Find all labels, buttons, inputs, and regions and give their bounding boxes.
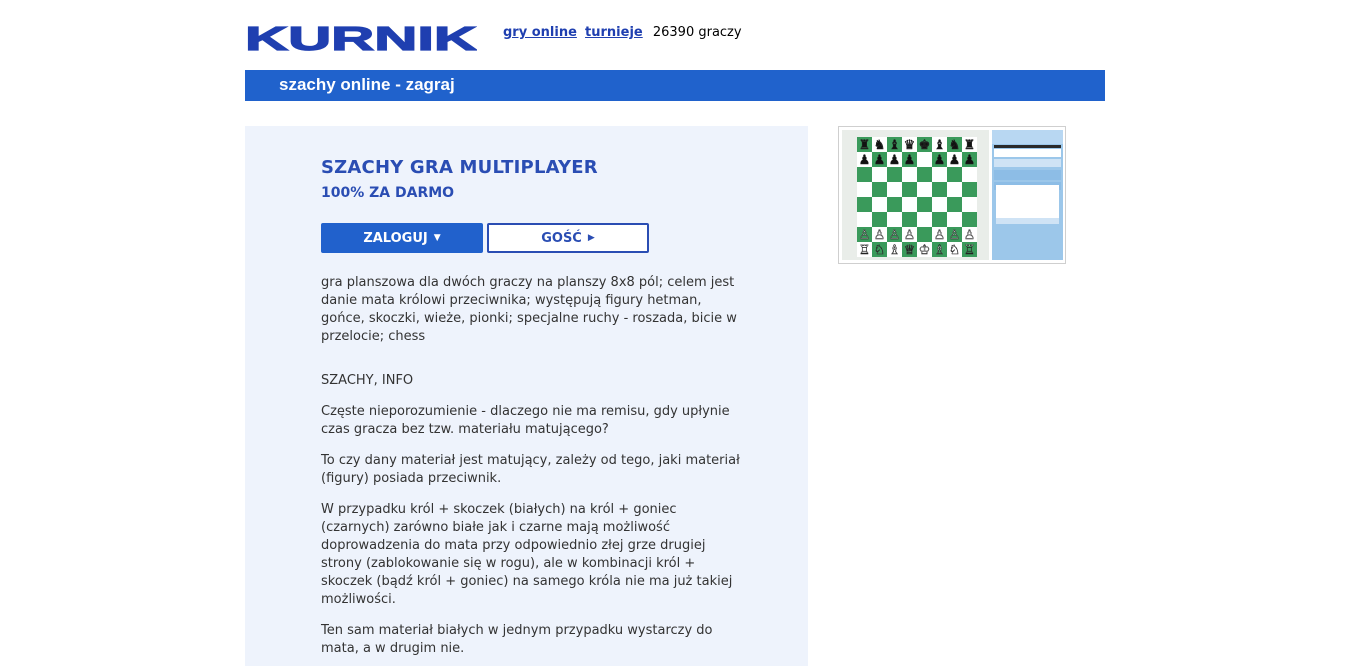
svg-text:♜: ♜: [964, 138, 976, 153]
svg-text:♞: ♞: [874, 138, 886, 153]
game-screenshot-thumbnail[interactable]: ♜ ♞ ♝ ♛ ♚ ♝ ♞ ♜ ♟ ♟ ♟ ♟ ♟ ♟ ♟ ♙ ♙ ♙ ♙ ♙ ♙ ♙ ♖ ♘ ♗ ♕ ♔ ♗ ♘ ♖: [838, 126, 1066, 264]
login-label: ZALOGUJ: [363, 230, 428, 246]
info-paragraph: Częste nieporozumienie - dlaczego nie ma…: [321, 404, 730, 437]
svg-text:♘: ♘: [949, 243, 961, 258]
kurnik-logo[interactable]: KURNIK: [245, 25, 477, 51]
nav-link-tournaments[interactable]: turnieje: [585, 25, 643, 40]
svg-text:♟: ♟: [874, 153, 886, 168]
guest-label: GOŚĆ: [541, 230, 582, 246]
section-title: szachy online - zagraj: [279, 75, 455, 94]
top-nav: gry online turnieje 26390 graczy: [503, 25, 742, 40]
svg-text:♝: ♝: [934, 138, 946, 153]
main-panel: SZACHY GRA MULTIPLAYER 100% ZA DARMO ZAL…: [245, 126, 808, 666]
svg-text:♙: ♙: [904, 228, 916, 243]
info-heading: SZACHY, INFO: [321, 373, 414, 388]
guest-button[interactable]: GOŚĆ ▶: [487, 223, 649, 253]
svg-text:♟: ♟: [949, 153, 961, 168]
section-header-band: szachy online - zagraj: [245, 70, 1105, 101]
play-arrow-icon: ▶: [587, 233, 595, 243]
svg-text:♞: ♞: [949, 138, 961, 153]
svg-text:♙: ♙: [964, 228, 976, 243]
logo-text: KURNIK: [245, 25, 477, 51]
svg-text:♗: ♗: [934, 243, 946, 258]
chess-game-screenshot-icon: ♜ ♞ ♝ ♛ ♚ ♝ ♞ ♜♟ ♟ ♟ ♟ ♟ ♟ ♟♙ ♙ ♙ ♙ ♙ ♙ ♙♖ ♘ ♗ ♕ ♔ ♗ ♘ ♖: [857, 137, 977, 258]
svg-text:♙: ♙: [949, 228, 961, 243]
svg-text:♟: ♟: [904, 153, 916, 168]
svg-text:♝: ♝: [889, 138, 901, 153]
info-paragraph: To czy dany materiał jest matujący, zale…: [321, 453, 740, 486]
svg-text:♙: ♙: [874, 228, 886, 243]
svg-text:♙: ♙: [859, 228, 871, 243]
login-button[interactable]: ZALOGUJ ▼: [321, 223, 483, 253]
nav-link-games[interactable]: gry online: [503, 25, 577, 40]
svg-text:♟: ♟: [964, 153, 976, 168]
game-subtitle: 100% ZA DARMO: [321, 185, 455, 201]
game-description: gra planszowa dla dwóch graczy na plansz…: [321, 275, 737, 344]
svg-text:♕: ♕: [904, 243, 916, 258]
svg-text:♘: ♘: [874, 243, 886, 258]
game-title: SZACHY GRA MULTIPLAYER: [321, 157, 598, 178]
caret-down-icon: ▼: [433, 233, 441, 243]
chess-board-preview: ♜ ♞ ♝ ♛ ♚ ♝ ♞ ♜ ♟ ♟ ♟ ♟ ♟ ♟ ♟ ♙ ♙ ♙ ♙ ♙ ♙ ♙ ♖ ♘ ♗ ♕ ♔ ♗ ♘ ♖: [842, 130, 989, 260]
info-paragraph: W przypadku król + skoczek (białych) na …: [321, 502, 733, 607]
info-paragraph: Ten sam materiał białych w jednym przypa…: [321, 623, 713, 656]
svg-text:♟: ♟: [934, 153, 946, 168]
svg-text:♖: ♖: [964, 243, 976, 258]
svg-text:♟: ♟: [859, 153, 871, 168]
svg-text:♜: ♜: [859, 138, 871, 153]
players-count: 26390 graczy: [652, 25, 742, 40]
game-sidebar-preview: [992, 130, 1063, 260]
svg-text:♗: ♗: [889, 243, 901, 258]
svg-text:♙: ♙: [889, 228, 901, 243]
svg-text:♙: ♙: [934, 228, 946, 243]
svg-text:♖: ♖: [859, 243, 871, 258]
sidebar-lines-icon: [992, 130, 1063, 224]
svg-text:♚: ♚: [919, 138, 931, 153]
svg-text:♟: ♟: [889, 153, 901, 168]
svg-text:♛: ♛: [904, 138, 916, 153]
svg-text:♔: ♔: [919, 243, 931, 258]
